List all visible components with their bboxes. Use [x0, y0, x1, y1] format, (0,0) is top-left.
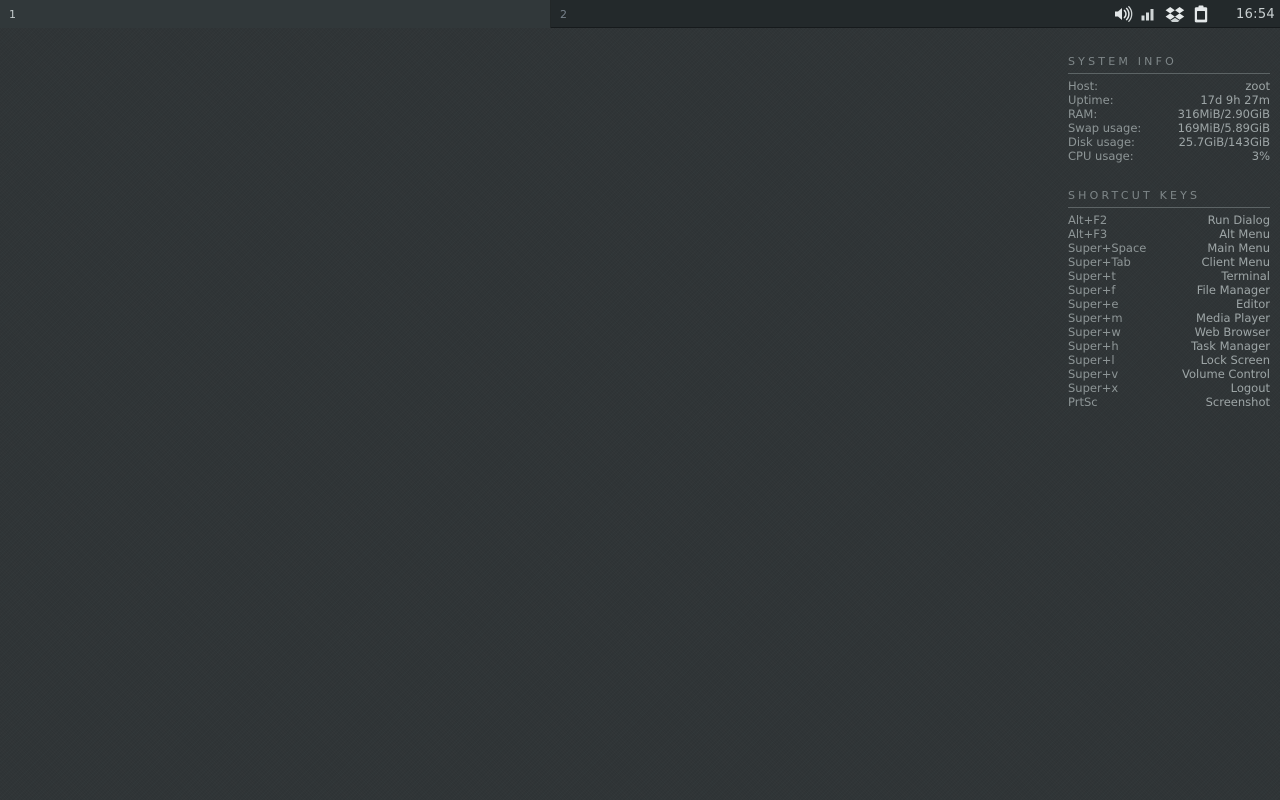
workspace-button-2[interactable]: 2	[551, 0, 1110, 28]
shortcut-key: Super+Tab	[1068, 255, 1131, 269]
shortcut-action: File Manager	[1196, 283, 1270, 297]
shortcut-action: Media Player	[1196, 311, 1270, 325]
shortcut-key: Super+w	[1068, 325, 1121, 339]
shortcut-row: Super+l Lock Screen	[1068, 353, 1270, 367]
shortcut-row: Super+x Logout	[1068, 381, 1270, 395]
shortcut-key: Super+e	[1068, 297, 1119, 311]
shortcut-action: Main Menu	[1207, 241, 1270, 255]
shortcut-row: Super+Space Main Menu	[1068, 241, 1270, 255]
row-key: Host:	[1068, 79, 1099, 93]
system-info-row: Host: zoot	[1068, 79, 1270, 93]
shortcut-action: Task Manager	[1191, 339, 1270, 353]
shortcut-row: Super+v Volume Control	[1068, 367, 1270, 381]
system-tray	[1110, 0, 1222, 28]
system-info-list: Host: zoot Uptime: 17d 9h 27m RAM: 316Mi…	[1068, 79, 1270, 163]
shortcut-keys-divider	[1068, 207, 1270, 208]
shortcut-key: Super+Space	[1068, 241, 1147, 255]
row-value: 169MiB/5.89GiB	[1177, 121, 1270, 135]
shortcut-action: Alt Menu	[1219, 227, 1270, 241]
shortcut-key: Super+l	[1068, 353, 1115, 367]
row-key: RAM:	[1068, 107, 1098, 121]
shortcut-action: Client Menu	[1201, 255, 1270, 269]
dropbox-icon[interactable]	[1162, 0, 1188, 28]
shortcut-key: Super+t	[1068, 269, 1116, 283]
workspace-button-1[interactable]: 1	[0, 0, 551, 28]
top-panel: 1 2 16:54	[0, 0, 1280, 28]
shortcut-action: Editor	[1235, 297, 1270, 311]
desktop-info-widget: SYSTEM INFO Host: zoot Uptime: 17d 9h 27…	[1068, 48, 1270, 409]
shortcut-action: Run Dialog	[1207, 213, 1270, 227]
row-key: CPU usage:	[1068, 149, 1134, 163]
volume-icon[interactable]	[1110, 0, 1136, 28]
row-key: Swap usage:	[1068, 121, 1142, 135]
system-info-title: SYSTEM INFO	[1068, 55, 1177, 68]
shortcut-row: Super+Tab Client Menu	[1068, 255, 1270, 269]
system-info-row: Uptime: 17d 9h 27m	[1068, 93, 1270, 107]
workspace-label-1: 1	[9, 7, 16, 21]
shortcut-row: Super+h Task Manager	[1068, 339, 1270, 353]
shortcut-row: Super+m Media Player	[1068, 311, 1270, 325]
shortcut-key: Alt+F2	[1068, 213, 1108, 227]
system-info-row: Disk usage: 25.7GiB/143GiB	[1068, 135, 1270, 149]
system-info-divider	[1068, 73, 1270, 74]
shortcut-key: Super+m	[1068, 311, 1123, 325]
shortcut-keys-list: Alt+F2 Run Dialog Alt+F3 Alt Menu Super+…	[1068, 213, 1270, 409]
shortcut-action: Terminal	[1221, 269, 1270, 283]
system-info-row: Swap usage: 169MiB/5.89GiB	[1068, 121, 1270, 135]
row-key: Uptime:	[1068, 93, 1114, 107]
row-value: 3%	[1251, 149, 1270, 163]
shortcut-key: Super+v	[1068, 367, 1119, 381]
system-info-row: CPU usage: 3%	[1068, 149, 1270, 163]
shortcut-row: Alt+F2 Run Dialog	[1068, 213, 1270, 227]
row-value: 316MiB/2.90GiB	[1177, 107, 1270, 121]
shortcut-key: Super+x	[1068, 381, 1119, 395]
row-key: Disk usage:	[1068, 135, 1135, 149]
shortcut-row: Alt+F3 Alt Menu	[1068, 227, 1270, 241]
shortcut-action: Volume Control	[1182, 367, 1270, 381]
shortcut-action: Screenshot	[1205, 395, 1270, 409]
workspace-label-2: 2	[560, 7, 567, 21]
desktop[interactable]: 1 2 16:54 SYSTEM INFO Host: zoot Uptime:…	[0, 0, 1280, 800]
shortcut-key: Alt+F3	[1068, 227, 1108, 241]
shortcut-row: Super+w Web Browser	[1068, 325, 1270, 339]
row-value: 25.7GiB/143GiB	[1178, 135, 1270, 149]
shortcut-row: Super+f File Manager	[1068, 283, 1270, 297]
system-info-row: RAM: 316MiB/2.90GiB	[1068, 107, 1270, 121]
shortcut-key: PrtSc	[1068, 395, 1098, 409]
shortcut-action: Logout	[1230, 381, 1270, 395]
shortcut-key: Super+f	[1068, 283, 1116, 297]
clipboard-icon[interactable]	[1188, 0, 1214, 28]
clock[interactable]: 16:54	[1222, 0, 1280, 28]
row-value: zoot	[1245, 79, 1270, 93]
shortcut-key: Super+h	[1068, 339, 1119, 353]
shortcut-action: Web Browser	[1194, 325, 1270, 339]
shortcut-action: Lock Screen	[1200, 353, 1270, 367]
row-value: 17d 9h 27m	[1200, 93, 1270, 107]
network-signal-icon[interactable]	[1136, 0, 1162, 28]
shortcut-keys-title: SHORTCUT KEYS	[1068, 189, 1201, 202]
shortcut-row: Super+e Editor	[1068, 297, 1270, 311]
shortcut-row: Super+t Terminal	[1068, 269, 1270, 283]
shortcut-row: PrtSc Screenshot	[1068, 395, 1270, 409]
